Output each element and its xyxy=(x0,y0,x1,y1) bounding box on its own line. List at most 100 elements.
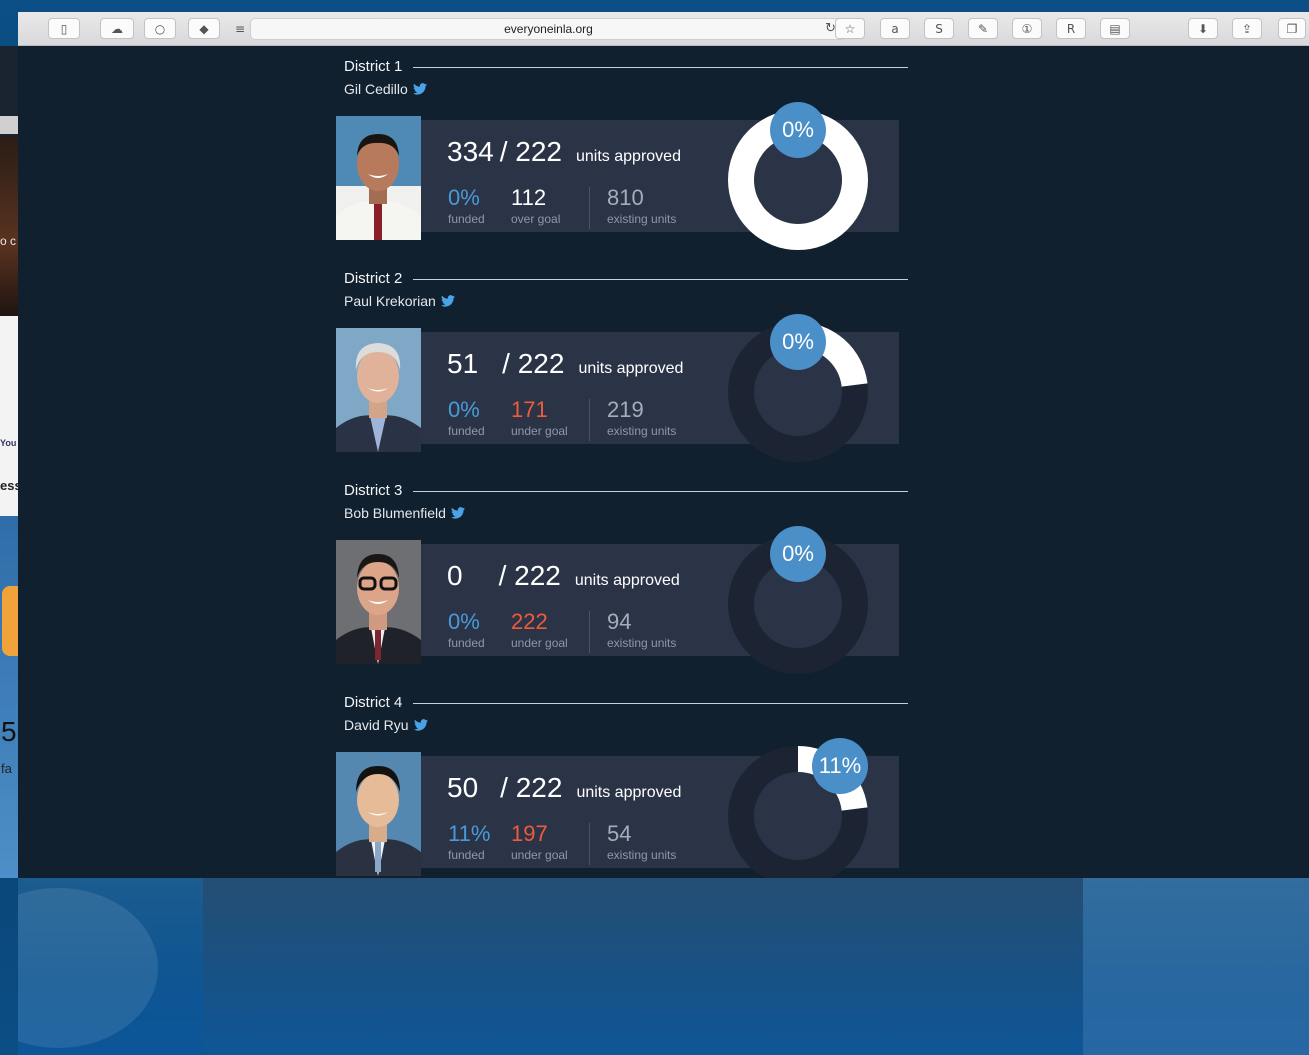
council-member-photo xyxy=(336,540,421,664)
existing-units-label: existing units xyxy=(607,636,677,650)
twitter-icon[interactable] xyxy=(412,83,427,95)
council-member: David Ryu xyxy=(344,716,428,734)
district-section: District 2 Paul Krekorian 51 / 222 units… xyxy=(18,258,1309,470)
council-member-photo xyxy=(336,116,421,240)
units-goal: / 222 xyxy=(499,136,562,167)
council-member-name[interactable]: David Ryu xyxy=(344,717,409,733)
background-orange-shape xyxy=(2,586,18,656)
council-member: Paul Krekorian xyxy=(344,292,455,310)
units-approved-line: 334 / 222 units approved xyxy=(447,136,681,168)
twitter-icon[interactable] xyxy=(450,507,465,519)
existing-stat: 94 existing units xyxy=(607,609,677,651)
existing-units-count: 54 xyxy=(607,821,632,846)
funded-stat: 0% funded xyxy=(448,185,485,227)
district-section: District 4 David Ryu 50 / 222 units appr… xyxy=(18,682,1309,878)
units-goal: / 222 xyxy=(498,560,561,591)
district-header: District 3 xyxy=(344,482,908,500)
twitter-icon[interactable] xyxy=(440,295,455,307)
percent-bubble: 11% xyxy=(812,738,868,794)
units-approved-line: 50 / 222 units approved xyxy=(447,772,681,804)
divider xyxy=(413,703,908,704)
cloud-tabs-icon[interactable]: ☁ xyxy=(100,18,134,39)
goal-stat: 197 under goal xyxy=(511,821,568,863)
share-icon[interactable]: ⇪ xyxy=(1232,18,1262,39)
browser-toolbar: ▯ ☁ ○ ◆ ≡ everyoneinla.org ↻ ☆ a S ✎ ① R… xyxy=(18,12,1309,46)
council-member-name[interactable]: Bob Blumenfield xyxy=(344,505,446,521)
funded-label: funded xyxy=(448,848,485,862)
existing-units-count: 810 xyxy=(607,185,644,210)
council-member-photo xyxy=(336,752,421,876)
funded-percent: 0% xyxy=(448,397,480,422)
council-member-photo xyxy=(336,328,421,452)
percent-bubble: 0% xyxy=(770,314,826,370)
goal-stat: 222 under goal xyxy=(511,609,568,651)
funded-label: funded xyxy=(448,212,485,226)
existing-units-count: 94 xyxy=(607,609,632,634)
reader-icon[interactable]: ≡ xyxy=(230,18,250,39)
council-member-name[interactable]: Paul Krekorian xyxy=(344,293,436,309)
existing-stat: 54 existing units xyxy=(607,821,676,863)
background-text: 5 xyxy=(1,716,17,747)
background-window-tab xyxy=(0,116,18,134)
stat-divider xyxy=(589,823,590,865)
bookmark-star-icon[interactable]: ☆ xyxy=(835,18,865,39)
funded-label: funded xyxy=(448,424,485,438)
background-shape xyxy=(18,888,158,1048)
units-approved-label: units approved xyxy=(576,148,681,165)
funded-percent: 0% xyxy=(448,185,480,210)
download-icon[interactable]: ⬇ xyxy=(1188,18,1218,39)
goal-stat: 171 under goal xyxy=(511,397,568,439)
funded-stat: 11% funded xyxy=(448,822,490,863)
units-approved-label: units approved xyxy=(574,572,680,589)
notes-extension-icon[interactable]: ▤ xyxy=(1100,18,1130,39)
units-approved-line: 51 / 222 units approved xyxy=(447,348,683,380)
evernote-extension-icon[interactable]: ✎ xyxy=(968,18,998,39)
background-blue-area xyxy=(0,516,18,878)
tabs-overview-icon[interactable]: ❐ xyxy=(1278,18,1306,39)
amazon-extension-icon[interactable]: a xyxy=(880,18,910,39)
password-manager-icon[interactable]: ① xyxy=(1012,18,1042,39)
goal-status-label: under goal xyxy=(511,424,568,438)
units-approved-count: 334 xyxy=(447,136,494,167)
goal-difference: 171 xyxy=(511,397,548,422)
goal-difference: 112 xyxy=(511,185,547,210)
progress-donut: 0% xyxy=(718,90,878,260)
progress-donut: 11% xyxy=(718,726,878,878)
council-member-name[interactable]: Gil Cedillo xyxy=(344,81,408,97)
district-title: District 1 xyxy=(344,58,403,75)
percent-bubble: 0% xyxy=(770,526,826,582)
s-extension-icon[interactable]: S xyxy=(924,18,954,39)
district-header: District 4 xyxy=(344,694,908,712)
divider xyxy=(413,67,908,68)
divider xyxy=(413,491,908,492)
goal-stat: 112 over goal xyxy=(511,185,560,227)
goal-difference: 197 xyxy=(511,821,548,846)
funded-label: funded xyxy=(448,636,485,650)
pocket-icon[interactable]: ◆ xyxy=(188,18,220,39)
existing-units-label: existing units xyxy=(607,212,677,226)
existing-units-label: existing units xyxy=(607,424,677,438)
stat-divider xyxy=(589,611,590,653)
funded-stat: 0% funded xyxy=(448,610,485,651)
circle-extension-icon[interactable]: ○ xyxy=(144,18,176,39)
district-title: District 3 xyxy=(344,482,403,499)
units-goal: / 222 xyxy=(502,348,565,379)
units-approved-count: 50 xyxy=(447,772,479,803)
progress-donut: 0% xyxy=(718,302,878,472)
twitter-icon[interactable] xyxy=(413,719,428,731)
units-approved-label: units approved xyxy=(578,360,684,377)
background-panel xyxy=(1083,878,1309,1055)
background-text: o c xyxy=(0,234,17,248)
r-extension-icon[interactable]: R xyxy=(1056,18,1086,39)
percent-bubble: 0% xyxy=(770,102,826,158)
address-bar[interactable]: everyoneinla.org ↻ xyxy=(250,18,847,40)
background-text: ess xyxy=(0,478,18,493)
goal-difference: 222 xyxy=(511,609,548,634)
url-text: everyoneinla.org xyxy=(504,22,593,36)
funded-stat: 0% funded xyxy=(448,397,485,439)
units-approved-line: 0 / 222 units approved xyxy=(447,560,680,592)
district-header: District 1 xyxy=(344,58,908,76)
existing-stat: 219 existing units xyxy=(607,398,677,439)
progress-donut: 0% xyxy=(718,514,878,684)
sidebar-toggle-icon[interactable]: ▯ xyxy=(48,18,80,39)
